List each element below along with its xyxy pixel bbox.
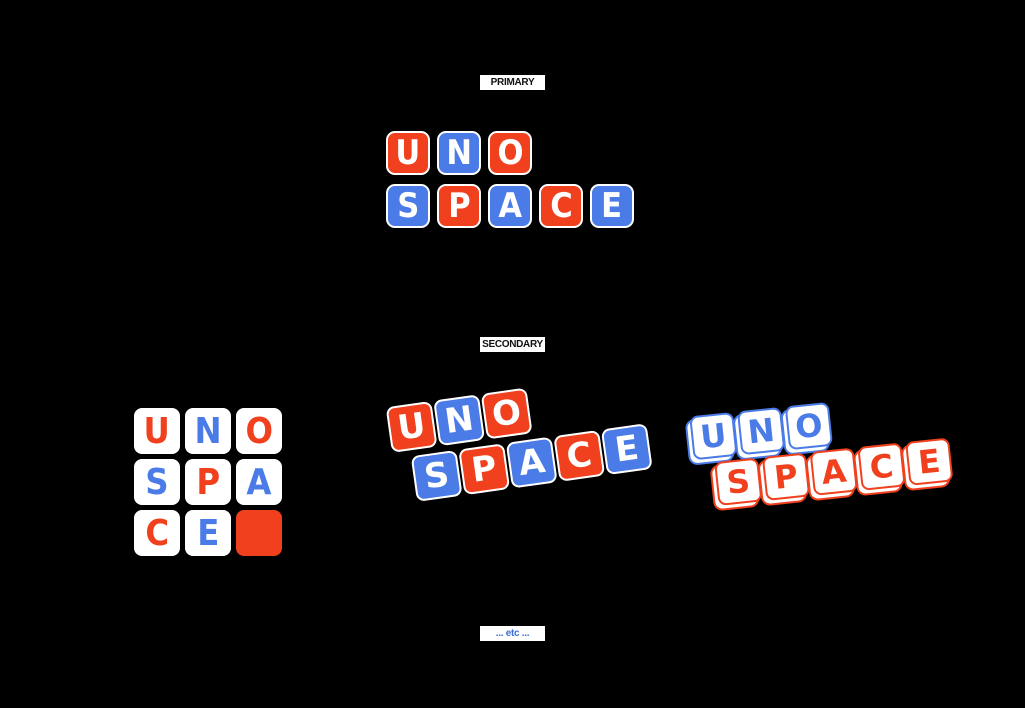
grid-tile-a: A: [236, 459, 282, 505]
secondary-label: SECONDARY: [480, 337, 545, 352]
grid-tile-p: P: [185, 459, 231, 505]
primary-label: PRIMARY: [480, 75, 545, 90]
primary-tile-o: O: [488, 131, 532, 175]
tilted-logo: U N O S P A C E: [380, 361, 653, 515]
grid-tile-n: N: [185, 408, 231, 454]
grid-tile-c: C: [134, 510, 180, 556]
outline-tile-n: N: [736, 406, 786, 456]
grid-tile-blank: [236, 510, 282, 556]
etc-label: ... etc ...: [480, 626, 545, 641]
outline-tile-u: U: [689, 411, 738, 461]
tilted-tile-o: O: [480, 387, 533, 440]
tilted-tile-s: S: [410, 449, 463, 502]
tilted-tile-c: C: [553, 429, 606, 482]
tilted-tile-p: P: [458, 443, 511, 496]
outline-tile-e: E: [905, 437, 954, 486]
primary-tile-a: A: [488, 184, 532, 228]
primary-tile-c: C: [539, 184, 583, 228]
primary-tile-u: U: [386, 131, 430, 175]
grid-tile-s: S: [134, 459, 180, 505]
primary-tile-n: N: [437, 131, 481, 175]
grid-logo: U N O S P A C E: [134, 408, 284, 558]
outline-tile-p: P: [761, 452, 811, 501]
primary-tile-p: P: [437, 184, 481, 228]
primary-tile-s: S: [386, 184, 430, 228]
grid-tile-u: U: [134, 408, 180, 454]
tilted-tile-e: E: [600, 423, 653, 476]
tilted-tile-n: N: [433, 394, 486, 447]
tilted-tile-a: A: [505, 436, 558, 489]
outline-tile-s: S: [714, 457, 763, 506]
grid-tile-e: E: [185, 510, 231, 556]
primary-tile-e: E: [590, 184, 634, 228]
tilted-tile-u: U: [385, 400, 438, 453]
outline-tile-c: C: [857, 442, 906, 491]
grid-tile-o: O: [236, 408, 282, 454]
outline-tile-a: A: [809, 447, 858, 496]
outline-tile-o: O: [784, 401, 834, 451]
primary-logo: U N O S P A C E: [386, 131, 638, 233]
outline-logo: U N O S P A C E: [684, 378, 954, 524]
